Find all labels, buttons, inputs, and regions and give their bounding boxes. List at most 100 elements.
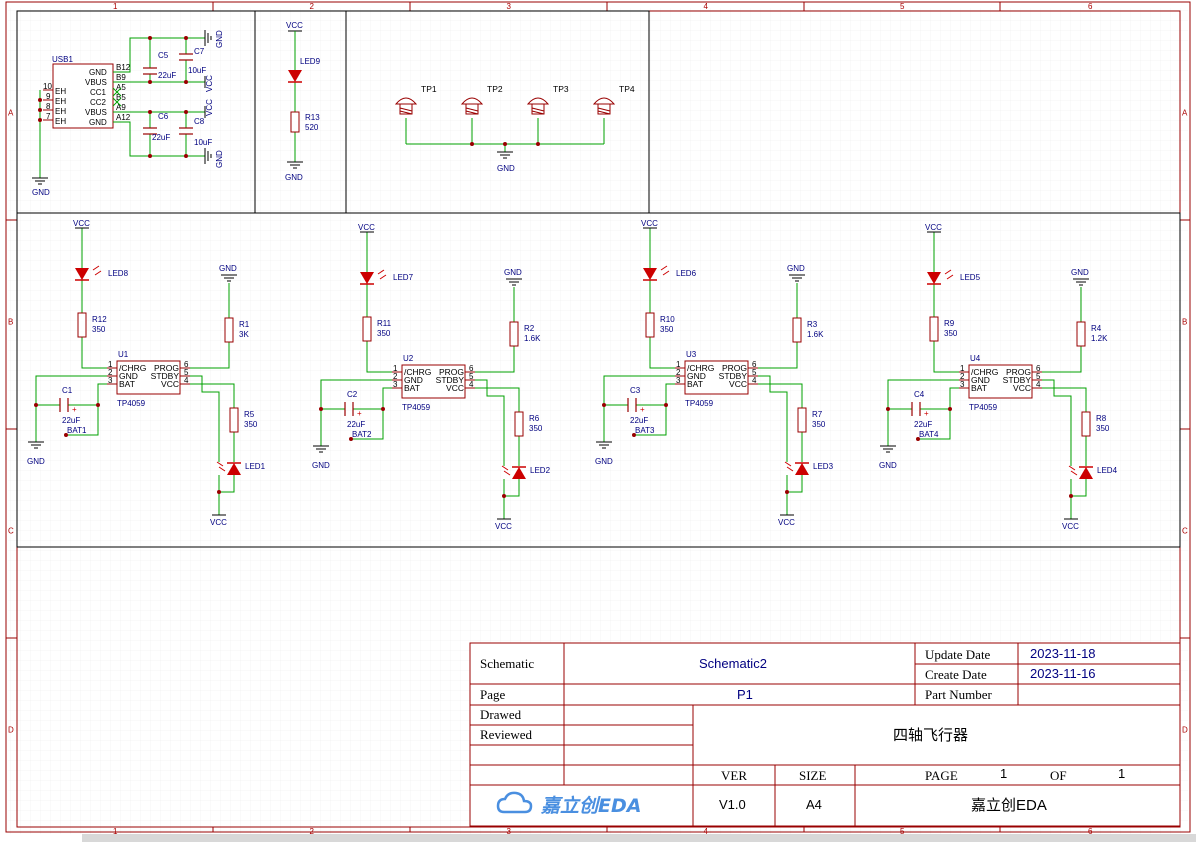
resistor-symbol[interactable] xyxy=(1076,321,1086,347)
resistor-symbol[interactable] xyxy=(929,316,939,342)
resistor-ref: R6 xyxy=(529,414,540,423)
vcc-label: VCC xyxy=(778,518,795,527)
cap-value: 22uF xyxy=(347,420,365,429)
resistor-symbol[interactable] xyxy=(514,411,524,437)
cap-polarity: + xyxy=(72,405,77,414)
resistor-ref: R7 xyxy=(812,410,823,419)
ic-pin-number: 4 xyxy=(184,376,189,385)
resistor-value: 520 xyxy=(305,123,319,132)
page-value[interactable]: P1 xyxy=(737,687,753,702)
project-title[interactable]: 四轴飞行器 xyxy=(893,727,968,744)
cap-value: 22uF xyxy=(914,420,932,429)
gnd-label: GND xyxy=(32,188,50,197)
gnd-label: GND xyxy=(595,457,613,466)
ic-pin-number: 3 xyxy=(108,376,113,385)
resistor-symbol[interactable] xyxy=(362,316,372,342)
cap-ref: C3 xyxy=(630,386,641,395)
resistor-symbol[interactable] xyxy=(509,321,519,347)
ruler-row-label: A xyxy=(1182,109,1188,118)
vcc-label: VCC xyxy=(205,75,214,92)
resistor-symbol[interactable] xyxy=(77,312,87,338)
usb-right-pin: A9 xyxy=(116,103,126,112)
resistor-ref: R4 xyxy=(1091,324,1102,333)
ruler-col-label: 3 xyxy=(507,2,512,11)
battery-ref: BAT3 xyxy=(635,426,655,435)
usb-inner-name: GND xyxy=(89,118,107,127)
ic-pin-number: 4 xyxy=(469,380,474,389)
ruler-row-label: C xyxy=(1182,527,1188,536)
part-number-label: Part Number xyxy=(925,687,992,702)
ruler-col-label: 2 xyxy=(310,2,315,11)
usb-right-pin: A5 xyxy=(116,83,126,92)
gnd-label: GND xyxy=(219,264,237,273)
cap-polarity: + xyxy=(924,409,929,418)
ic-pin-number: 3 xyxy=(393,380,398,389)
page-number: 1 xyxy=(1000,766,1007,781)
usb-right-pin: B9 xyxy=(116,73,126,82)
ruler-row-label: B xyxy=(8,318,13,327)
schematic-label: Schematic xyxy=(480,656,534,671)
update-date-value[interactable]: 2023-11-18 xyxy=(1030,646,1096,661)
resistor-value: 350 xyxy=(92,325,106,334)
testpoint-label: TP3 xyxy=(553,84,569,94)
vcc-label: VCC xyxy=(1062,522,1079,531)
testpoint-label: TP2 xyxy=(487,84,503,94)
ver-label: VER xyxy=(721,768,747,783)
title-block: Schematic Schematic2 Page P1 Update Date… xyxy=(469,642,1181,827)
resistor-value: 350 xyxy=(244,420,258,429)
ruler-col-label: 5 xyxy=(900,2,905,11)
ic-pin-number: 4 xyxy=(752,376,757,385)
gnd-label: GND xyxy=(1071,268,1089,277)
resistor-symbol[interactable] xyxy=(792,317,802,343)
resistor-symbol[interactable] xyxy=(645,312,655,338)
resistor-value: 350 xyxy=(377,329,391,338)
gnd-label: GND xyxy=(215,150,224,168)
battery-ref: BAT4 xyxy=(919,430,939,439)
resistor-ref: R12 xyxy=(92,315,107,324)
ic-pin-name: BAT xyxy=(119,379,135,389)
cap-value: 10uF xyxy=(188,66,206,75)
resistor-symbol[interactable] xyxy=(1081,411,1091,437)
ic-pin-number: 4 xyxy=(1036,380,1041,389)
resistor-symbol[interactable] xyxy=(224,317,234,343)
usb-left-name: EH xyxy=(55,97,66,106)
ic-pin-name: BAT xyxy=(404,383,420,393)
resistor-value: 1.6K xyxy=(807,330,824,339)
cap-value: 22uF xyxy=(630,416,648,425)
led-ref: LED9 xyxy=(300,57,321,66)
usb-left-pin: 9 xyxy=(46,92,51,101)
page-of-label: PAGE xyxy=(925,768,958,783)
cap-ref: C5 xyxy=(158,51,169,60)
usb-right-pin: B12 xyxy=(116,63,131,72)
resistor-ref: R2 xyxy=(524,324,535,333)
resistor-symbol[interactable] xyxy=(229,407,239,433)
page-label: Page xyxy=(480,687,506,702)
resistor-value: 1.2K xyxy=(1091,334,1108,343)
resistor-symbol[interactable] xyxy=(797,407,807,433)
usb-inner-name: GND xyxy=(89,68,107,77)
schematic-name[interactable]: Schematic2 xyxy=(699,656,767,671)
ic-pin-name: BAT xyxy=(687,379,703,389)
led-ref: LED8 xyxy=(108,269,129,278)
cap-value: 10uF xyxy=(194,138,212,147)
resistor-ref: R9 xyxy=(944,319,955,328)
usb-left-pin: 10 xyxy=(43,82,52,91)
usb-inner-name: VBUS xyxy=(85,78,107,87)
r13-symbol[interactable] xyxy=(290,111,300,133)
size-value: A4 xyxy=(806,797,822,812)
gnd-label: GND xyxy=(27,457,45,466)
cap-value: 22uF xyxy=(62,416,80,425)
usb-inner-name: CC1 xyxy=(90,88,107,97)
usb-right-pin: B5 xyxy=(116,93,126,102)
gnd-label: GND xyxy=(879,461,897,470)
ic-pin-number: 3 xyxy=(960,380,965,389)
gnd-label: GND xyxy=(215,30,224,48)
resistor-value: 3K xyxy=(239,330,249,339)
create-date-value[interactable]: 2023-11-16 xyxy=(1030,666,1096,681)
update-date-label: Update Date xyxy=(925,647,991,662)
usb-left-name: EH xyxy=(55,117,66,126)
led-ref: LED3 xyxy=(813,462,834,471)
vcc-label: VCC xyxy=(358,223,375,232)
usb-left-pin: 8 xyxy=(46,102,51,111)
resistor-value: 350 xyxy=(529,424,543,433)
